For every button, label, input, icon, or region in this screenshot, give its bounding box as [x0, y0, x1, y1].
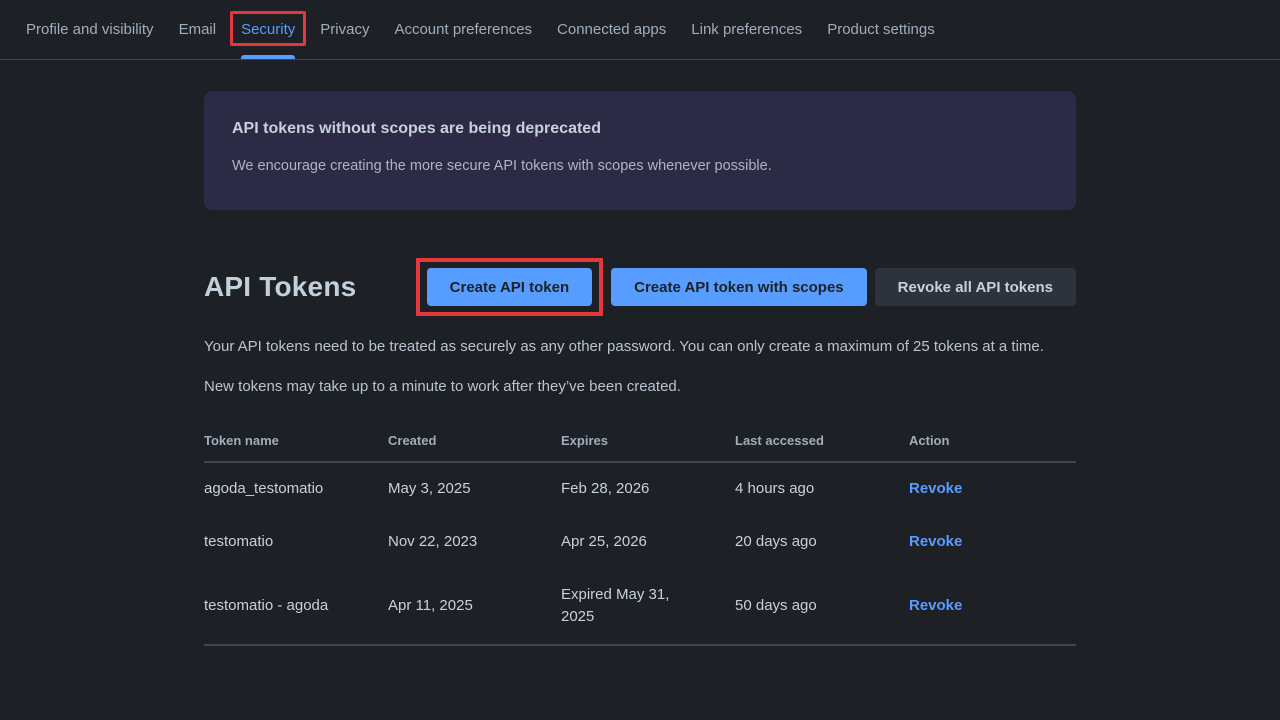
table-row: agoda_testomatio May 3, 2025 Feb 28, 202…: [204, 462, 1076, 516]
tab-privacy[interactable]: Privacy: [320, 0, 369, 59]
cell-expires-text: Expired May 31, 2025: [561, 584, 691, 628]
col-header-token-name: Token name: [204, 433, 388, 462]
tab-link-preferences[interactable]: Link preferences: [691, 0, 802, 59]
col-header-created: Created: [388, 433, 561, 462]
revoke-link[interactable]: Revoke: [909, 597, 962, 614]
annotation-box-create-token: Create API token: [416, 258, 603, 316]
revoke-link[interactable]: Revoke: [909, 533, 962, 550]
tab-security[interactable]: Security: [241, 0, 295, 59]
cell-token-name: testomatio: [204, 516, 388, 569]
cell-created: Nov 22, 2023: [388, 516, 561, 569]
api-tokens-table: Token name Created Expires Last accessed…: [204, 433, 1076, 646]
create-api-token-button[interactable]: Create API token: [427, 268, 592, 306]
banner-title: API tokens without scopes are being depr…: [232, 120, 1048, 138]
deprecation-banner: API tokens without scopes are being depr…: [204, 91, 1076, 210]
tab-profile-and-visibility[interactable]: Profile and visibility: [26, 0, 154, 59]
tab-connected-apps[interactable]: Connected apps: [557, 0, 666, 59]
settings-tabs: Profile and visibility Email Security Pr…: [0, 0, 1280, 60]
active-tab-indicator: [241, 55, 295, 59]
cell-token-name: testomatio - agoda: [204, 569, 388, 645]
col-header-action: Action: [909, 433, 1076, 462]
tab-security-label: Security: [241, 21, 295, 38]
cell-action: Revoke: [909, 569, 1076, 645]
cell-created: Apr 11, 2025: [388, 569, 561, 645]
security-settings-content: API tokens without scopes are being depr…: [204, 91, 1076, 646]
cell-last-accessed: 20 days ago: [735, 516, 909, 569]
tab-product-settings[interactable]: Product settings: [827, 0, 935, 59]
table-header-row: Token name Created Expires Last accessed…: [204, 433, 1076, 462]
table-row: testomatio - agoda Apr 11, 2025 Expired …: [204, 569, 1076, 645]
revoke-all-api-tokens-button[interactable]: Revoke all API tokens: [875, 268, 1076, 306]
cell-expires: Expired May 31, 2025: [561, 569, 735, 645]
table-row: testomatio Nov 22, 2023 Apr 25, 2026 20 …: [204, 516, 1076, 569]
tab-email[interactable]: Email: [179, 0, 217, 59]
col-header-expires: Expires: [561, 433, 735, 462]
api-tokens-header: API Tokens Create API token Create API t…: [204, 258, 1076, 316]
page-title: API Tokens: [204, 271, 356, 303]
cell-created: May 3, 2025: [388, 462, 561, 516]
col-header-last-accessed: Last accessed: [735, 433, 909, 462]
api-token-actions: Create API token Create API token with s…: [416, 258, 1076, 316]
create-api-token-with-scopes-button[interactable]: Create API token with scopes: [611, 268, 867, 306]
revoke-link[interactable]: Revoke: [909, 480, 962, 497]
api-tokens-description: Your API tokens need to be treated as se…: [204, 336, 1049, 358]
cell-last-accessed: 4 hours ago: [735, 462, 909, 516]
cell-last-accessed: 50 days ago: [735, 569, 909, 645]
cell-expires: Apr 25, 2026: [561, 516, 735, 569]
banner-message: We encourage creating the more secure AP…: [232, 158, 1048, 174]
cell-action: Revoke: [909, 462, 1076, 516]
cell-action: Revoke: [909, 516, 1076, 569]
cell-expires: Feb 28, 2026: [561, 462, 735, 516]
cell-token-name: agoda_testomatio: [204, 462, 388, 516]
tab-account-preferences[interactable]: Account preferences: [394, 0, 532, 59]
api-tokens-note: New tokens may take up to a minute to wo…: [204, 376, 1049, 398]
